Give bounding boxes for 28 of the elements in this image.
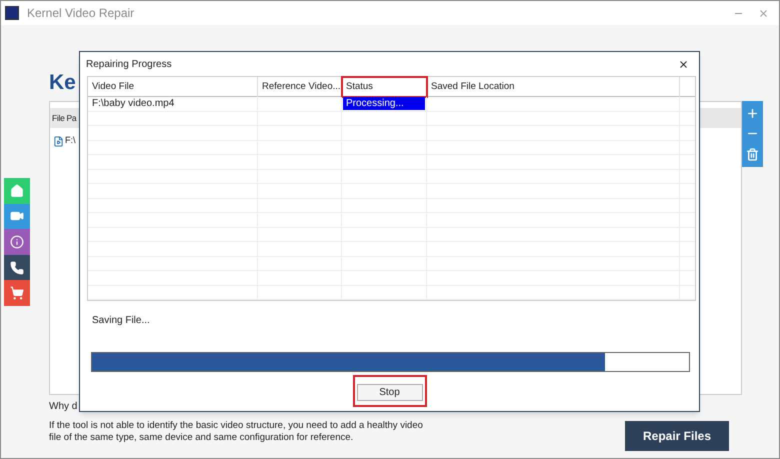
window-title: Kernel Video Repair (27, 5, 134, 22)
brand-logo-text: Ke (49, 71, 76, 95)
table-cell-text: F:\ (65, 134, 76, 148)
video-file-icon (53, 136, 64, 146)
info-icon (10, 234, 24, 249)
stop-button[interactable]: Stop (356, 384, 422, 401)
sidebar-button[interactable] (4, 229, 30, 255)
column-header: Reference Video... (258, 77, 342, 97)
repair-files-button[interactable]: Repair Files (625, 421, 729, 451)
column-header: File Pa (52, 112, 76, 124)
dialog-title: Repairing Progress (86, 58, 172, 72)
phone-icon (10, 260, 24, 275)
question-text: Why d (49, 400, 78, 414)
status-text: Saving File... (92, 314, 151, 328)
sidebar-button[interactable] (4, 254, 30, 280)
trash-icon[interactable] (746, 148, 759, 162)
table-cell: F:\baby video.mp4 (88, 97, 258, 111)
column-header: Status (342, 77, 427, 97)
app-logo-icon (5, 6, 19, 20)
status-cell: Processing... (343, 97, 425, 110)
close-icon[interactable] (678, 58, 689, 70)
cart-icon (10, 286, 24, 300)
add-icon[interactable] (746, 106, 759, 120)
sidebar-button[interactable] (4, 280, 30, 306)
column-header: Video File (88, 77, 258, 97)
column-header: Saved File Location (427, 77, 680, 97)
info-text: If the tool is not able to identify the basic video structure, you need to add a healthy video file of the same type, same device and same configuration for reference. (49, 420, 424, 444)
home-icon (10, 184, 24, 198)
